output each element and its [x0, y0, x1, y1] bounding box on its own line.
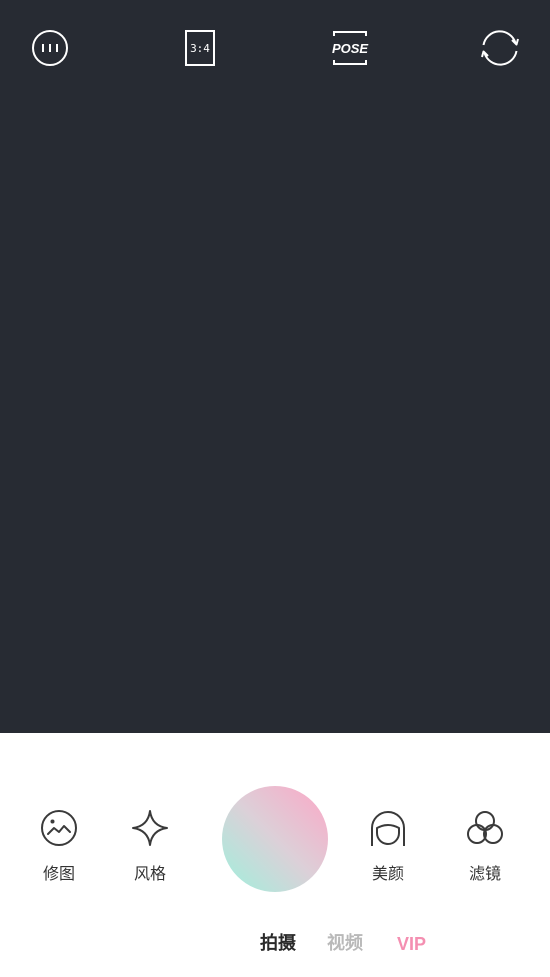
edit-photo-label: 修图 — [42, 864, 75, 883]
beauty-button[interactable]: 美颜 — [353, 809, 423, 883]
pose-label: POSE — [332, 41, 368, 56]
style-label: 风格 — [133, 864, 166, 883]
tab-vip[interactable]: VIP — [397, 932, 426, 956]
edit-photo-button[interactable]: 修图 — [24, 809, 94, 883]
camera-control-panel: 修图 风格 美颜 滤镜 拍摄 视频 VIP — [0, 733, 550, 977]
pose-frame-icon — [333, 31, 367, 36]
tab-photo[interactable]: 拍摄 — [260, 932, 296, 956]
aspect-ratio-label: 3:4 — [190, 42, 210, 55]
camera-viewfinder[interactable]: 3:4 POSE — [0, 0, 550, 733]
shutter-button[interactable] — [222, 786, 328, 892]
style-button[interactable]: 风格 — [115, 809, 185, 883]
more-circle-icon[interactable] — [30, 28, 70, 68]
filter-label: 滤镜 — [468, 864, 501, 883]
aspect-ratio-button[interactable]: 3:4 — [180, 28, 220, 68]
filter-button[interactable]: 滤镜 — [450, 809, 520, 883]
face-icon — [371, 811, 405, 846]
filter-circles-icon — [467, 811, 503, 844]
pose-button[interactable]: POSE — [330, 28, 370, 68]
mode-tabs: 拍摄 视频 VIP — [0, 932, 550, 956]
beauty-label: 美颜 — [371, 864, 404, 883]
image-edit-icon — [41, 810, 77, 846]
tab-video[interactable]: 视频 — [327, 932, 363, 956]
camera-flip-icon[interactable] — [480, 28, 520, 68]
sparkle-icon — [132, 810, 168, 846]
